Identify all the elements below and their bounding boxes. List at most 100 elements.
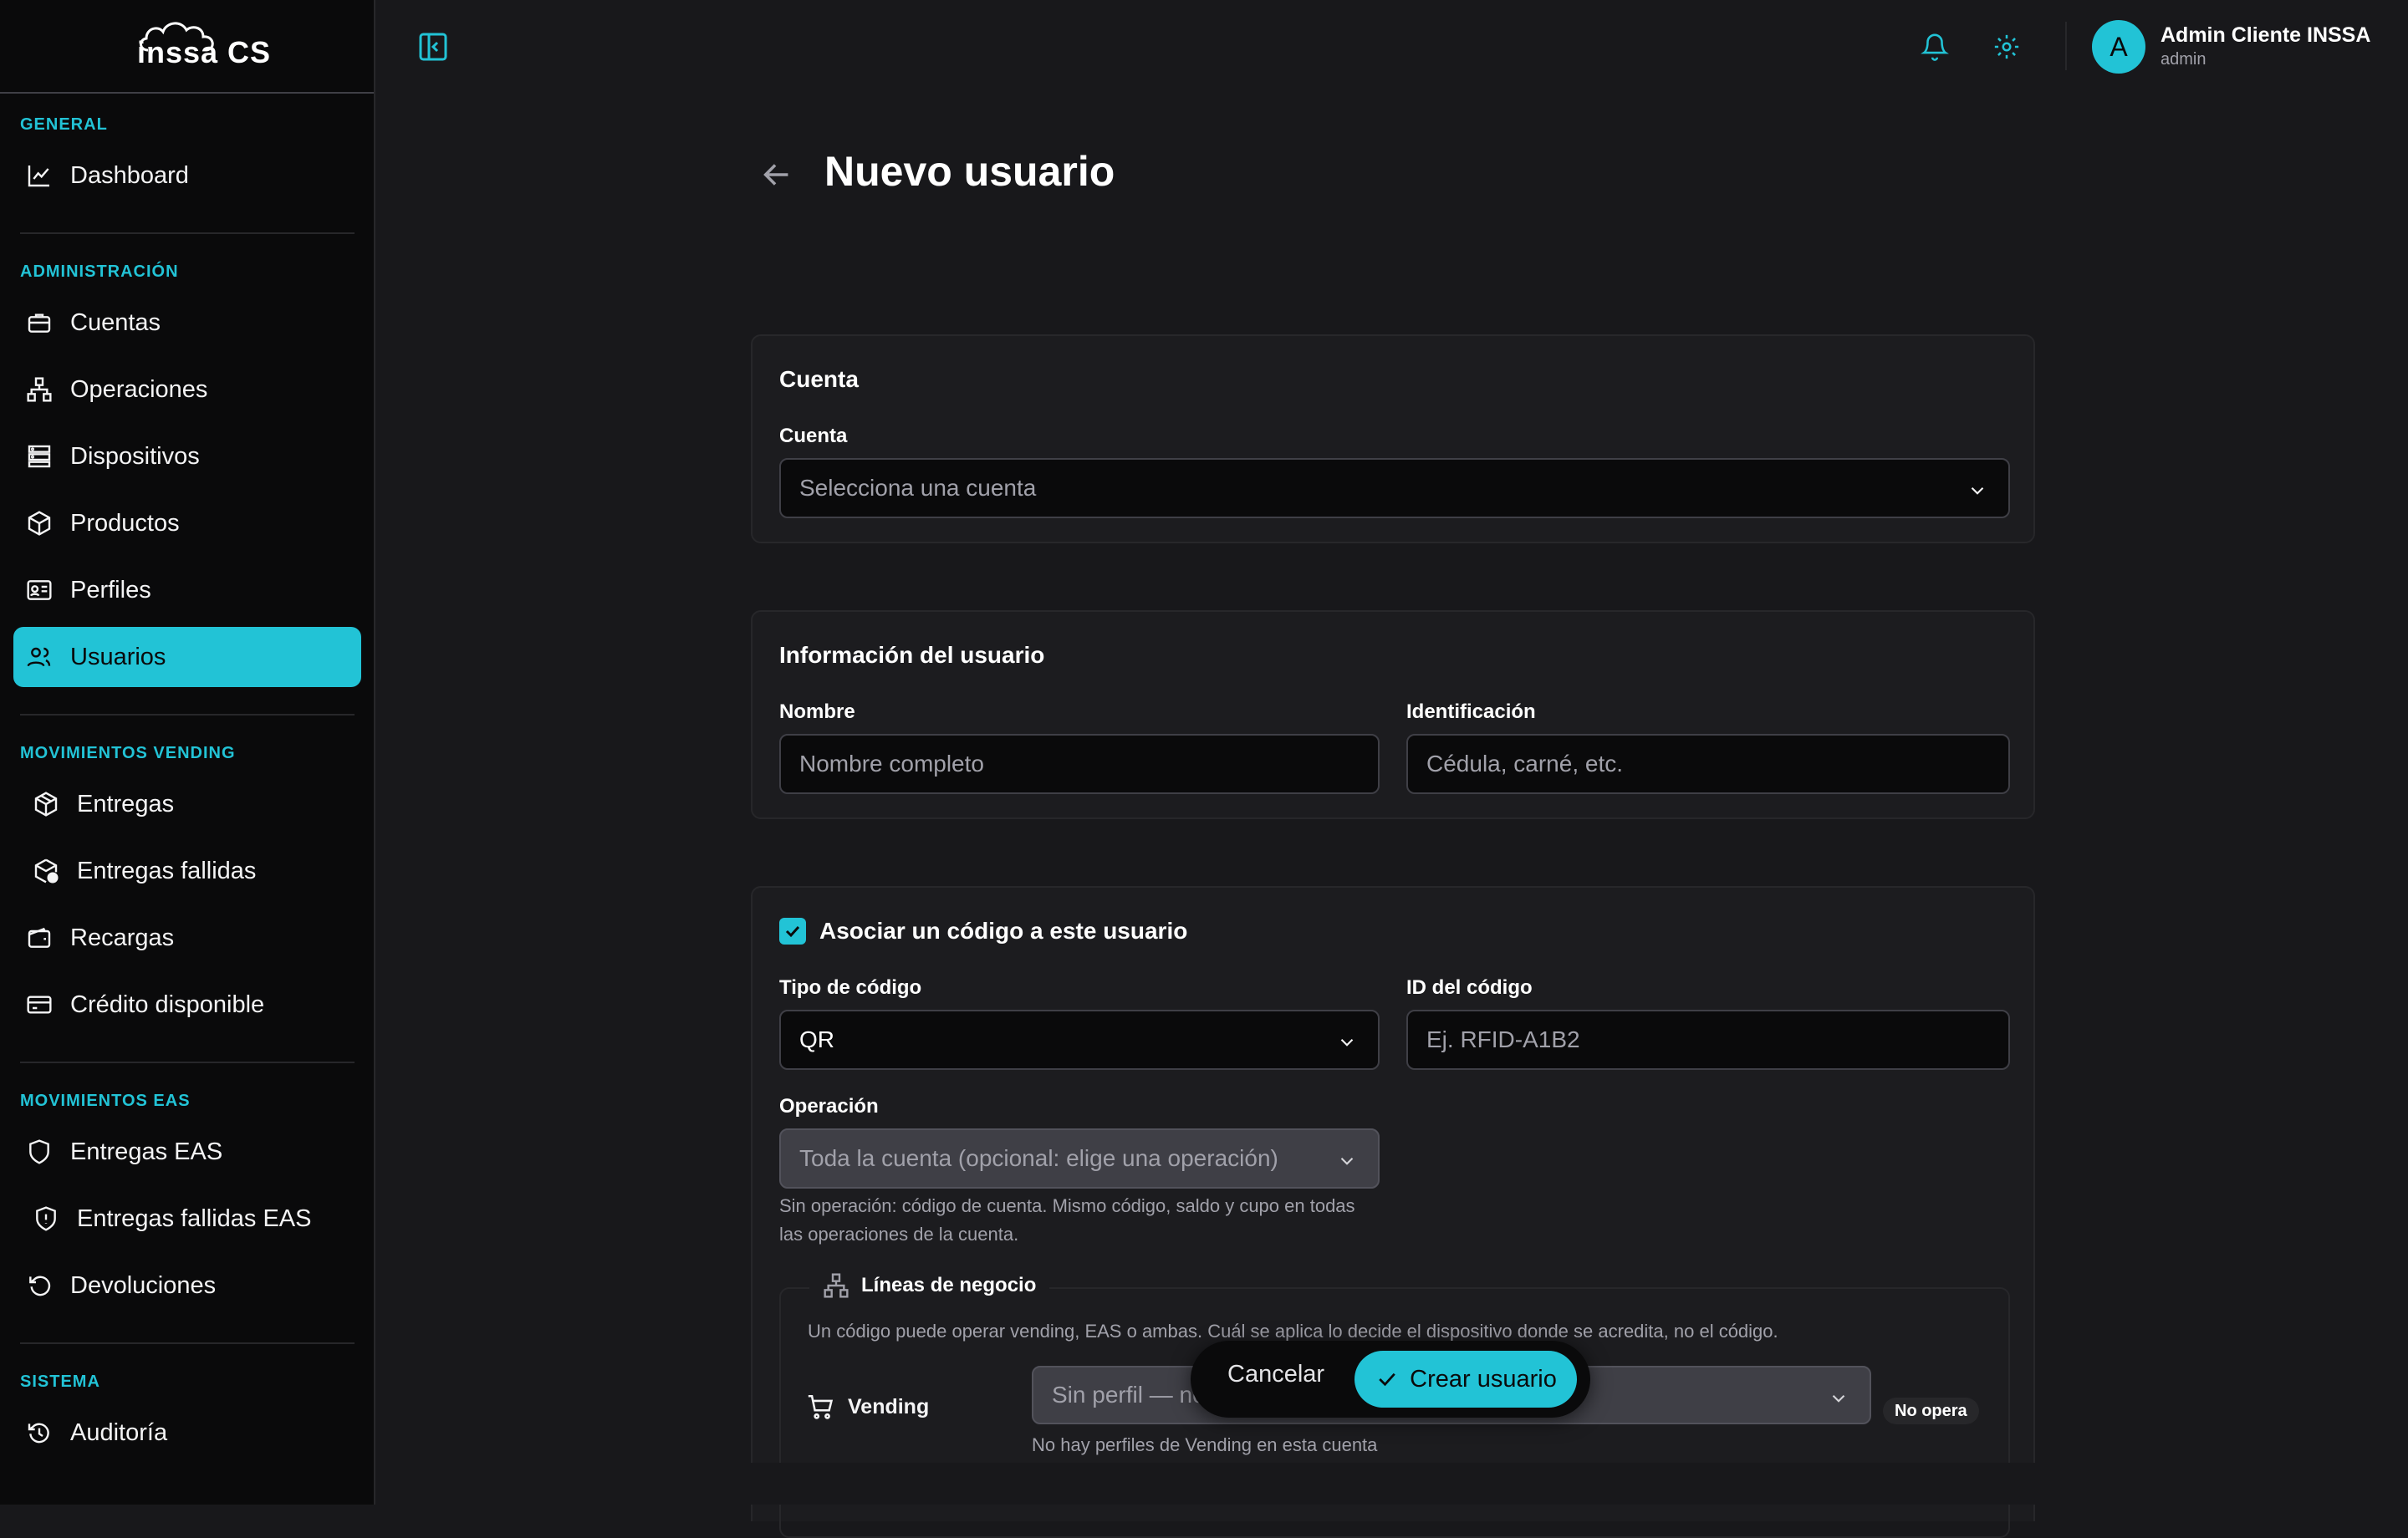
- nombre-field[interactable]: [779, 734, 1380, 794]
- operacion-help-line: las operaciones de la cuenta.: [779, 1224, 1019, 1245]
- info-card: Información del usuario Nombre Identific…: [751, 610, 2035, 819]
- sidebar-item-dashboard[interactable]: Dashboard: [13, 145, 361, 206]
- section-general: GENERAL: [20, 115, 108, 134]
- sidebar-item-label: Productos: [70, 509, 180, 537]
- bell-icon: [1921, 33, 1949, 61]
- lineas-negocio-legend: Líneas de negocio: [809, 1272, 1050, 1299]
- asociar-codigo-checkbox[interactable]: [779, 918, 806, 945]
- cuenta-select[interactable]: Selecciona una cuenta: [779, 458, 2010, 518]
- vending-row-label: Vending: [806, 1393, 929, 1421]
- identificacion-label: Identificación: [1406, 700, 1536, 723]
- nombre-input[interactable]: [799, 751, 1360, 777]
- briefcase-icon: [25, 308, 54, 337]
- operacion-value: Toda la cuenta (opcional: elige una oper…: [799, 1145, 1278, 1171]
- sidebar-item-label: Entregas EAS: [70, 1138, 223, 1165]
- chevron-down-icon: [1832, 1394, 1845, 1403]
- section-admin: ADMINISTRACIÓN: [20, 262, 179, 281]
- section-eas: MOVIMIENTOS EAS: [20, 1092, 191, 1110]
- sidebar-item-devoluciones[interactable]: Devoluciones: [13, 1255, 361, 1316]
- users-icon: [25, 643, 54, 671]
- divider: [20, 1062, 355, 1063]
- arrow-left-icon: [763, 164, 788, 186]
- sidebar-item-entregas-fallidas-eas[interactable]: Entregas fallidas EAS: [13, 1189, 361, 1249]
- sidebar-item-productos[interactable]: Productos: [13, 493, 361, 553]
- sidebar-toggle-button[interactable]: [416, 30, 450, 64]
- network-icon: [25, 375, 54, 404]
- create-user-button[interactable]: Crear usuario: [1354, 1351, 1577, 1408]
- sidebar-item-label: Perfiles: [70, 576, 151, 603]
- divider: [20, 1342, 355, 1344]
- tipo-codigo-select[interactable]: QR: [779, 1010, 1380, 1070]
- sidebar-item-entregas-eas[interactable]: Entregas EAS: [13, 1122, 361, 1182]
- rotate-ccw-icon: [25, 1271, 54, 1300]
- sidebar-item-cuentas[interactable]: Cuentas: [13, 293, 361, 353]
- id-card-icon: [25, 576, 54, 604]
- divider: [20, 232, 355, 234]
- identificacion-field[interactable]: [1406, 734, 2010, 794]
- check-icon: [1379, 1372, 1395, 1387]
- sidebar-item-label: Cuentas: [70, 308, 161, 336]
- sidebar-item-usuarios[interactable]: Usuarios: [13, 627, 361, 687]
- nombre-label: Nombre: [779, 700, 855, 723]
- chevron-down-icon: [1340, 1157, 1354, 1165]
- id-codigo-input[interactable]: [1426, 1026, 1990, 1053]
- chart-line-icon: [25, 161, 54, 190]
- notifications-button[interactable]: [1916, 28, 1953, 65]
- user-role: admin: [2161, 50, 2206, 69]
- operacion-select[interactable]: Toda la cuenta (opcional: elige una oper…: [779, 1128, 1380, 1189]
- id-codigo-field[interactable]: [1406, 1010, 2010, 1070]
- codigo-card: Asociar un código a este usuario Tipo de…: [751, 886, 2035, 1538]
- shield-alert-icon: [32, 1204, 60, 1233]
- chevron-down-icon: [1971, 486, 1984, 495]
- vending-help: No hay perfiles de Vending en esta cuent…: [1032, 1434, 1378, 1455]
- cuenta-card: Cuenta Cuenta Selecciona una cuenta: [751, 334, 2035, 543]
- sidebar-item-label: Entregas fallidas: [77, 857, 257, 884]
- create-user-label: Crear usuario: [1410, 1365, 1557, 1393]
- sidebar-item-label: Dispositivos: [70, 442, 200, 470]
- back-button[interactable]: [758, 155, 796, 194]
- sidebar-item-credito[interactable]: Crédito disponible: [13, 975, 361, 1035]
- avatar[interactable]: A: [2092, 20, 2145, 74]
- logo-text: inssa CS: [137, 35, 272, 69]
- sidebar-item-recargas[interactable]: Recargas: [13, 908, 361, 968]
- user-name: Admin Cliente INSSA: [2161, 23, 2371, 47]
- cancel-button[interactable]: Cancelar: [1227, 1361, 1324, 1388]
- card-title: Información del usuario: [779, 642, 1045, 668]
- gear-icon: [1994, 34, 2019, 59]
- settings-button[interactable]: [1988, 28, 2025, 65]
- sidebar-item-entregas[interactable]: Entregas: [13, 774, 361, 834]
- id-codigo-label: ID del código: [1406, 976, 1533, 999]
- operacion-help-line: Sin operación: código de cuenta. Mismo c…: [779, 1195, 1355, 1216]
- identificacion-input[interactable]: [1426, 751, 1990, 777]
- sidebar-item-label: Operaciones: [70, 375, 208, 403]
- sidebar-item-label: Usuarios: [70, 643, 166, 670]
- operacion-help: Sin operación: código de cuenta. Mismo c…: [779, 1192, 1355, 1249]
- cuenta-select-value: Selecciona una cuenta: [799, 475, 1037, 501]
- package-icon: [32, 790, 60, 818]
- shopping-cart-icon: [808, 1394, 834, 1419]
- page-title: Nuevo usuario: [824, 148, 1115, 195]
- logo[interactable]: inssa CS: [0, 0, 374, 94]
- lineas-negocio-title: Líneas de negocio: [861, 1274, 1037, 1296]
- check-icon: [785, 925, 800, 938]
- section-system: SISTEMA: [20, 1372, 100, 1391]
- sidebar-item-dispositivos[interactable]: Dispositivos: [13, 426, 361, 486]
- asociar-codigo-label: Asociar un código a este usuario: [819, 918, 1188, 944]
- package-alert-icon: [32, 857, 60, 885]
- sidebar-item-label: Dashboard: [70, 161, 189, 189]
- sidebar-item-entregas-fallidas[interactable]: Entregas fallidas: [13, 841, 361, 901]
- sidebar-item-label: Auditoría: [70, 1418, 168, 1446]
- vending-perfil-value: Sin perfil — no: [1052, 1382, 1206, 1408]
- panel-left-icon: [419, 33, 447, 61]
- sidebar-item-perfiles[interactable]: Perfiles: [13, 560, 361, 620]
- section-vending: MOVIMIENTOS VENDING: [20, 744, 236, 762]
- card-title: Cuenta: [779, 366, 859, 392]
- sidebar-item-auditoria[interactable]: Auditoría: [13, 1403, 361, 1463]
- status-badge: No opera: [1883, 1398, 1979, 1424]
- credit-card-icon: [25, 991, 54, 1019]
- divider: [2065, 22, 2067, 70]
- sidebar-item-operaciones[interactable]: Operaciones: [13, 359, 361, 420]
- shield-icon: [25, 1138, 54, 1166]
- tipo-codigo-value: QR: [799, 1026, 834, 1052]
- sidebar-item-label: Crédito disponible: [70, 991, 265, 1018]
